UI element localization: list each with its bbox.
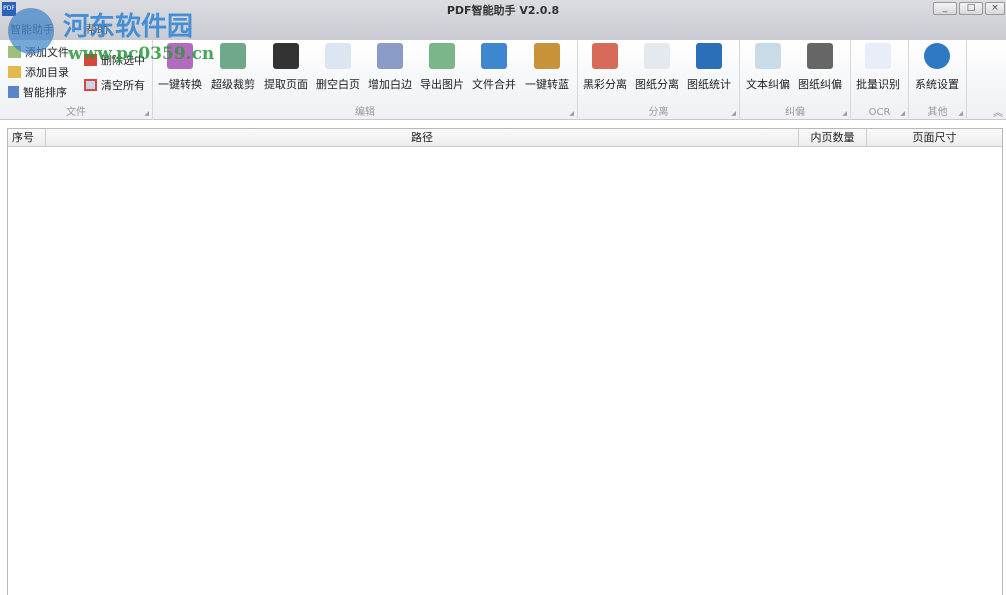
folder-icon — [8, 66, 21, 78]
delete-blank-page-icon — [325, 43, 351, 69]
to-blue-icon — [534, 43, 560, 69]
column-page-size[interactable]: 页面尺寸 — [867, 129, 1002, 146]
delete-selected-button[interactable]: 删除选中 — [84, 52, 145, 68]
drawing-stats-button[interactable]: 图纸统计 — [683, 43, 735, 92]
group-label: 分离 — [578, 103, 739, 118]
convert-icon — [167, 43, 193, 69]
dialog-launcher-icon[interactable]: ◢ — [958, 110, 963, 117]
button-label: 文件合并 — [468, 76, 520, 92]
button-label: 文本纠偏 — [742, 76, 794, 92]
drawing-separate-icon — [644, 43, 670, 69]
text-deskew-icon — [755, 43, 781, 69]
export-image-icon — [429, 43, 455, 69]
minimize-button[interactable]: _ — [933, 2, 957, 15]
delete-icon — [84, 54, 97, 66]
crop-button[interactable]: 超级裁剪 — [207, 43, 259, 92]
dialog-launcher-icon[interactable]: ◢ — [900, 110, 905, 117]
color-separate-icon — [592, 43, 618, 69]
clear-all-button[interactable]: 清空所有 — [84, 77, 145, 93]
button-label: 一键转蓝 — [521, 76, 573, 92]
group-label: 编辑 — [153, 103, 577, 118]
group-0: 一键转换超级裁剪提取页面删空白页增加白边导出图片文件合并一键转蓝编辑◢ — [153, 40, 578, 120]
button-label: 删空白页 — [312, 76, 364, 92]
color-separate-button[interactable]: 黑彩分离 — [579, 43, 631, 92]
maximize-button[interactable]: □ — [959, 2, 983, 15]
merge-files-button[interactable]: 文件合并 — [468, 43, 520, 92]
add-file-button[interactable]: 添加文件 — [8, 44, 69, 60]
drawing-deskew-icon — [807, 43, 833, 69]
window-title: PDF智能助手 V2.0.8 — [0, 2, 1006, 18]
dialog-launcher-icon[interactable]: ◢ — [731, 110, 736, 117]
menu-help[interactable]: 帮助 — [86, 21, 108, 37]
delete-blank-page-button[interactable]: 删空白页 — [312, 43, 364, 92]
column-index[interactable]: 序号 — [8, 129, 46, 146]
group-2: 文本纠偏图纸纠偏纠偏◢ — [740, 40, 851, 120]
button-label: 系统设置 — [911, 76, 963, 92]
group-file: 添加文件 添加目录 智能排序 删除选中 清空所有 文件 ◢ — [0, 40, 153, 120]
button-label: 提取页面 — [260, 76, 312, 92]
button-label: 图纸统计 — [683, 76, 735, 92]
group-label: 文件 — [0, 103, 152, 118]
add-file-icon — [8, 46, 21, 58]
button-label: 批量识别 — [852, 76, 904, 92]
group-label: 纠偏 — [740, 103, 850, 118]
add-margin-icon — [377, 43, 403, 69]
extract-pages-button[interactable]: 提取页面 — [260, 43, 312, 92]
button-label: 图纸分离 — [631, 76, 683, 92]
button-label: 一键转换 — [154, 76, 206, 92]
sort-az-icon — [8, 86, 19, 98]
gear-icon — [924, 43, 950, 69]
file-table[interactable]: 序号 路径 内页数量 页面尺寸 — [7, 128, 1003, 595]
gear-button[interactable]: 系统设置 — [911, 43, 963, 92]
batch-ocr-icon — [865, 43, 891, 69]
button-label: 导出图片 — [416, 76, 468, 92]
drawing-separate-button[interactable]: 图纸分离 — [631, 43, 683, 92]
group-4: 系统设置其他◢ — [909, 40, 967, 120]
title-bar: PDF PDF智能助手 V2.0.8 _ □ × 智能助手 帮助 — [0, 0, 1006, 40]
to-blue-button[interactable]: 一键转蓝 — [521, 43, 573, 92]
collapse-ribbon-icon[interactable]: ︽ — [993, 104, 1003, 119]
close-button[interactable]: × — [985, 2, 1005, 15]
table-header: 序号 路径 内页数量 页面尺寸 — [8, 129, 1002, 147]
merge-files-icon — [481, 43, 507, 69]
button-label: 黑彩分离 — [579, 76, 631, 92]
crop-icon — [220, 43, 246, 69]
clear-all-icon — [84, 79, 97, 91]
add-margin-button[interactable]: 增加白边 — [364, 43, 416, 92]
drawing-stats-icon — [696, 43, 722, 69]
dialog-launcher-icon[interactable]: ◢ — [144, 110, 149, 117]
export-image-button[interactable]: 导出图片 — [416, 43, 468, 92]
menu-smart-assistant[interactable]: 智能助手 — [10, 21, 54, 37]
text-deskew-button[interactable]: 文本纠偏 — [742, 43, 794, 92]
group-3: 批量识别OCR◢ — [851, 40, 909, 120]
convert-button[interactable]: 一键转换 — [154, 43, 206, 92]
ribbon: 添加文件 添加目录 智能排序 删除选中 清空所有 文件 ◢ 一键转换超级裁剪提取… — [0, 40, 1006, 120]
extract-pages-icon — [273, 43, 299, 69]
batch-ocr-button[interactable]: 批量识别 — [852, 43, 904, 92]
drawing-deskew-button[interactable]: 图纸纠偏 — [794, 43, 846, 92]
add-folder-button[interactable]: 添加目录 — [8, 64, 69, 80]
dialog-launcher-icon[interactable]: ◢ — [842, 110, 847, 117]
dialog-launcher-icon[interactable]: ◢ — [569, 110, 574, 117]
group-1: 黑彩分离图纸分离图纸统计分离◢ — [578, 40, 740, 120]
button-label: 超级裁剪 — [207, 76, 259, 92]
column-path[interactable]: 路径 — [46, 129, 799, 146]
button-label: 增加白边 — [364, 76, 416, 92]
column-page-count[interactable]: 内页数量 — [799, 129, 867, 146]
menu-bar: 智能助手 帮助 — [10, 21, 108, 37]
button-label: 图纸纠偏 — [794, 76, 846, 92]
smart-sort-button[interactable]: 智能排序 — [8, 84, 67, 100]
